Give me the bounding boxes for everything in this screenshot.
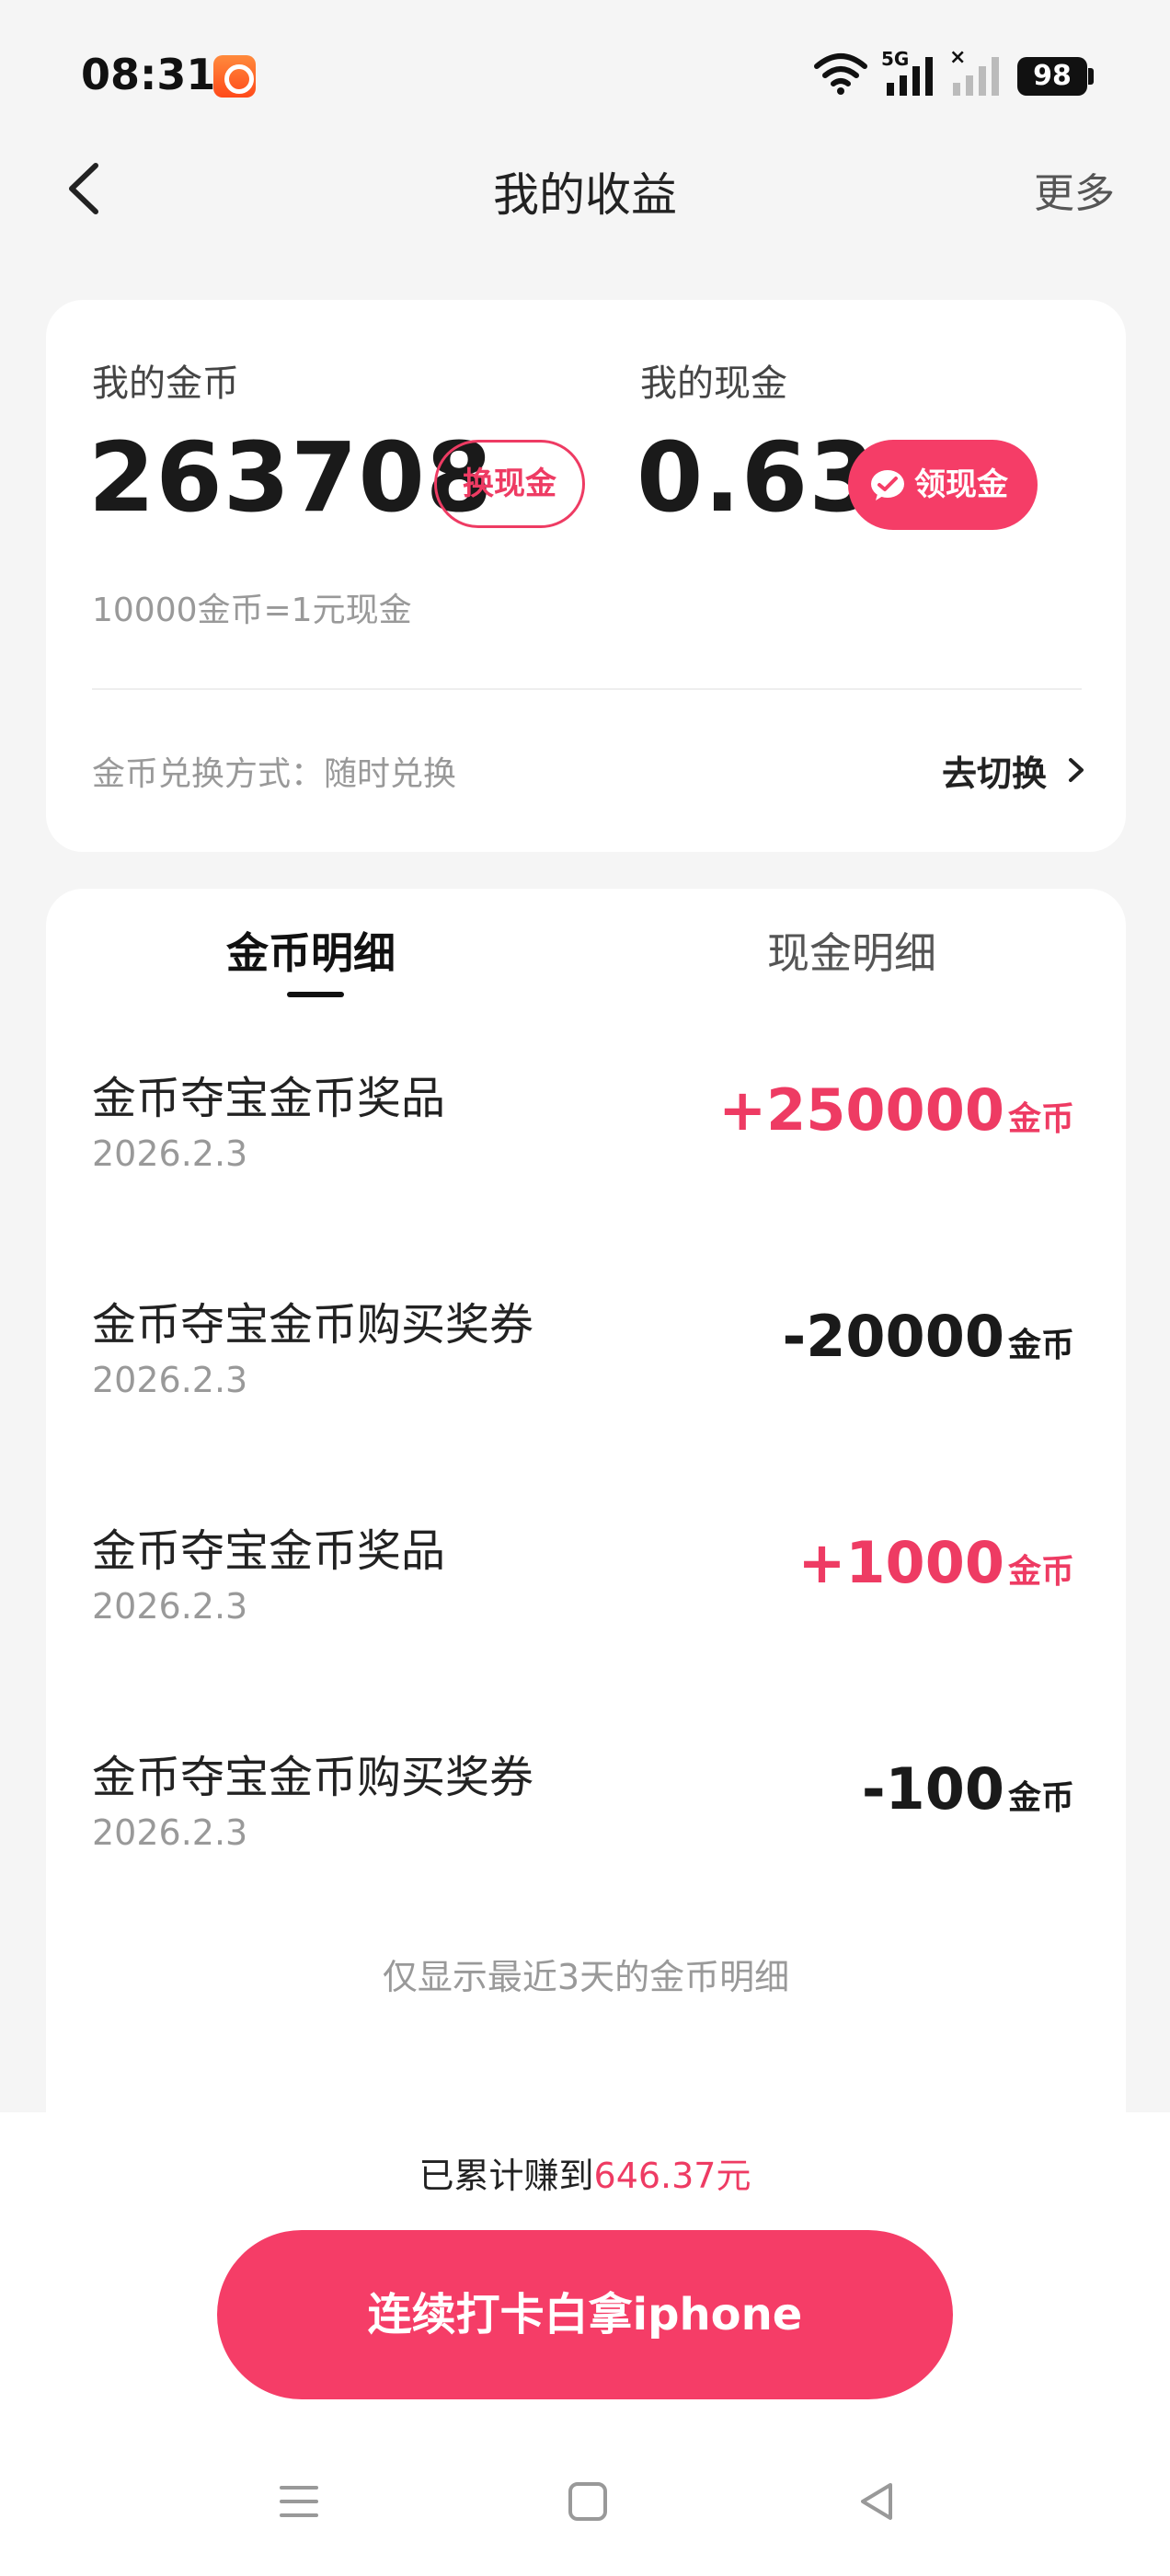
exchange-cash-button[interactable]: 换现金 <box>434 440 585 528</box>
record-amount: +250000 金币 <box>718 1076 1074 1144</box>
active-tab-indicator <box>287 992 344 997</box>
record-amount-unit: 金币 <box>1007 1779 1074 1817</box>
coins-label: 我的金币 <box>92 362 239 405</box>
more-button[interactable]: 更多 <box>1034 160 1115 219</box>
record-date: 2026.2.3 <box>92 1133 248 1174</box>
total-earned-prefix: 已累计赚到 <box>419 2156 594 2196</box>
record-row: 金币夺宝金币购买奖券 2026.2.3 -100 金币 <box>46 1741 1126 1967</box>
record-amount-value: -20000 <box>782 1303 1004 1370</box>
exchange-mode-text: 金币兑换方式：随时兑换 <box>92 755 457 793</box>
wifi-icon <box>814 53 867 95</box>
record-title: 金币夺宝金币购买奖券 <box>92 1299 534 1351</box>
tab-coin-detail[interactable]: 金币明细 <box>226 920 396 981</box>
record-date: 2026.2.3 <box>92 1586 248 1627</box>
record-amount-value: +1000 <box>797 1529 1004 1596</box>
coins-value: 263708 <box>88 421 494 534</box>
detail-card: 金币明细 现金明细 金币夺宝金币奖品 2026.2.3 +250000 金币 金币… <box>46 889 1126 2177</box>
menu-icon[interactable] <box>276 2478 322 2524</box>
record-amount: -100 金币 <box>862 1755 1074 1823</box>
record-amount-value: +250000 <box>718 1076 1004 1144</box>
checkin-cta-button[interactable]: 连续打卡白拿iphone <box>217 2230 953 2399</box>
record-title: 金币夺宝金币奖品 <box>92 1073 446 1124</box>
bottom-panel: 已累计赚到646.37元 连续打卡白拿iphone <box>0 2112 1170 2576</box>
status-time: 08:31 <box>81 50 216 99</box>
record-date: 2026.2.3 <box>92 1812 248 1853</box>
card-divider <box>92 688 1082 690</box>
record-row: 金币夺宝金币奖品 2026.2.3 +1000 金币 <box>46 1514 1126 1741</box>
record-row: 金币夺宝金币奖品 2026.2.3 +250000 金币 <box>46 1062 1126 1288</box>
home-square-icon[interactable] <box>565 2478 611 2524</box>
total-earned-text: 已累计赚到646.37元 <box>0 2147 1170 2198</box>
chevron-right-icon[interactable] <box>1065 756 1087 784</box>
signal-empty-icon <box>953 57 999 96</box>
battery-icon: 98 <box>1017 57 1087 96</box>
status-bar: 08:31 5G × 98 <box>0 0 1170 138</box>
withdraw-cash-label: 领现金 <box>914 466 1008 503</box>
record-amount-unit: 金币 <box>1007 1553 1074 1591</box>
record-amount: +1000 金币 <box>797 1529 1074 1596</box>
tab-cash-detail[interactable]: 现金明细 <box>767 920 936 981</box>
signal-strength-icon <box>887 57 933 96</box>
cash-value: 0.63 <box>637 421 877 534</box>
record-title: 金币夺宝金币购买奖券 <box>92 1752 534 1803</box>
history-footnote: 仅显示最近3天的金币明细 <box>382 1957 790 1997</box>
nav-bar: 我的收益 更多 <box>0 138 1170 239</box>
app-notification-icon <box>213 55 256 98</box>
switch-mode-button[interactable]: 去切换 <box>942 745 1047 796</box>
balance-card: 我的金币 263708 换现金 我的现金 0.63 领现金 10000金币=1元… <box>46 300 1126 852</box>
back-triangle-icon[interactable] <box>854 2478 900 2524</box>
earnings-screen: 08:31 5G × 98 我的收益 更多 我的金币 263708 换现金 我的… <box>0 0 1170 2576</box>
record-amount-value: -100 <box>861 1755 1004 1823</box>
record-title: 金币夺宝金币奖品 <box>92 1525 446 1577</box>
record-date: 2026.2.3 <box>92 1360 248 1400</box>
record-amount-unit: 金币 <box>1007 1100 1074 1138</box>
page-title: 我的收益 <box>493 168 677 222</box>
battery-tip <box>1088 68 1094 85</box>
record-row: 金币夺宝金币购买奖券 2026.2.3 -20000 金币 <box>46 1288 1126 1514</box>
cash-label: 我的现金 <box>640 362 787 405</box>
exchange-rate-text: 10000金币=1元现金 <box>92 592 412 629</box>
withdraw-cash-button[interactable]: 领现金 <box>848 440 1038 530</box>
record-amount: -20000 金币 <box>783 1303 1074 1370</box>
record-amount-unit: 金币 <box>1007 1327 1074 1364</box>
wechat-icon <box>871 470 904 500</box>
total-earned-value: 646.37元 <box>593 2156 751 2196</box>
